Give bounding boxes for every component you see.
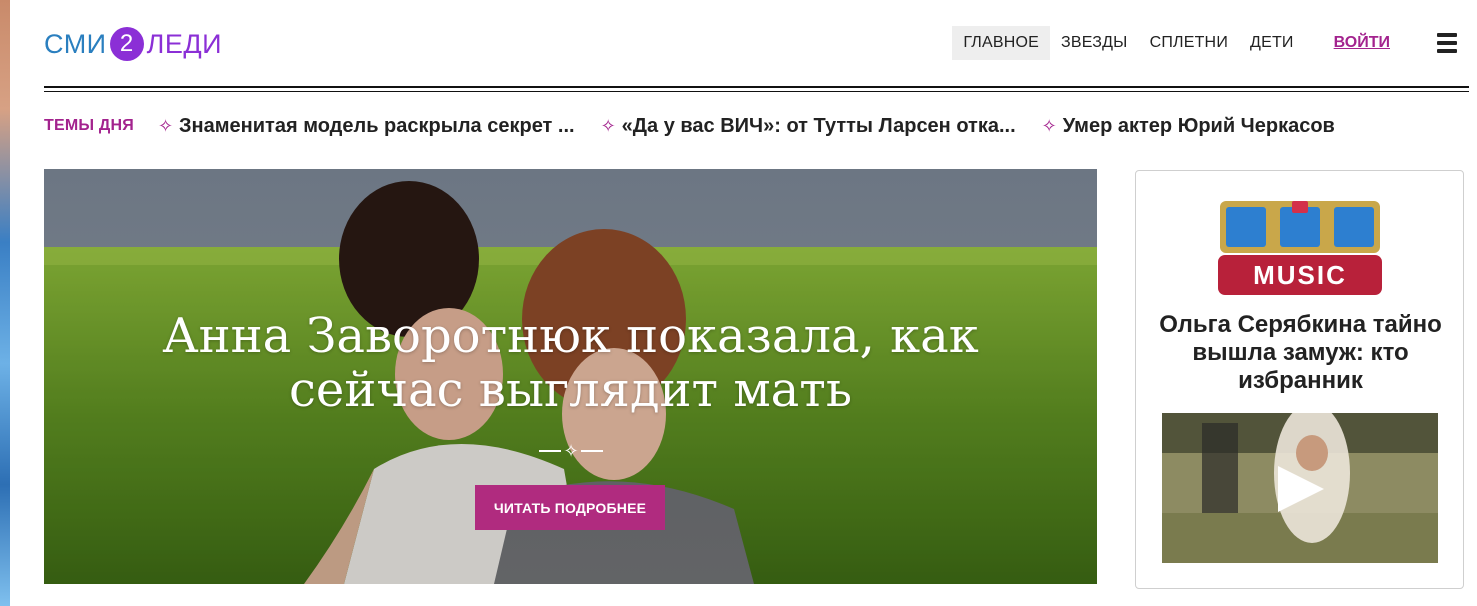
hero-banner[interactable]: Анна Заворотнюк показала, как сейчас выг… <box>44 169 1097 584</box>
tnt-music-logo: MUSIC <box>1218 201 1382 295</box>
site-header: СМИ 2 ЛЕДИ ГЛАВНОЕ ЗВЕЗДЫ СПЛЕТНИ ДЕТИ В… <box>44 0 1469 88</box>
topic-text: «Да у вас ВИЧ»: от Тутты Ларсен отка... <box>621 114 1016 137</box>
sparkle-icon: ✧ <box>157 115 174 136</box>
logo-number-badge: 2 <box>109 27 144 61</box>
header-divider <box>44 86 1469 92</box>
nav-item-gossip[interactable]: СПЛЕТНИ <box>1139 26 1239 60</box>
sparkle-icon: ✧ <box>563 440 579 461</box>
play-icon[interactable] <box>1278 466 1324 512</box>
nav-item-kids[interactable]: ДЕТИ <box>1239 26 1305 60</box>
logo-text-left: СМИ <box>44 28 107 59</box>
sparkle-icon: ✧ <box>600 115 616 136</box>
topic-link[interactable]: ✧ Знаменитая модель раскрыла секрет ... <box>158 115 575 138</box>
left-edge-strip <box>0 0 10 606</box>
nav-item-main[interactable]: ГЛАВНОЕ <box>952 26 1051 60</box>
video-thumbnail[interactable] <box>1162 413 1438 563</box>
hero-title[interactable]: Анна Заворотнюк показала, как сейчас выг… <box>124 309 1017 417</box>
topic-link[interactable]: ✧ Умер актер Юрий Черкасов <box>1042 115 1335 138</box>
nav-item-stars[interactable]: ЗВЕЗДЫ <box>1050 26 1139 60</box>
topics-label: ТЕМЫ ДНЯ <box>44 117 134 134</box>
topics-of-day: ТЕМЫ ДНЯ ✧ Знаменитая модель раскрыла се… <box>44 110 1361 142</box>
promo-title[interactable]: Ольга Серябкина тайно вышла замуж: кто и… <box>1156 311 1445 395</box>
promo-card[interactable]: MUSIC Ольга Серябкина тайно вышла замуж:… <box>1135 170 1464 589</box>
login-link[interactable]: ВОЙТИ <box>1323 26 1401 60</box>
topic-text: Умер актер Юрий Черкасов <box>1062 114 1335 137</box>
main-nav: ГЛАВНОЕ ЗВЕЗДЫ СПЛЕТНИ ДЕТИ ВОЙТИ <box>952 26 1469 60</box>
site-logo[interactable]: СМИ 2 ЛЕДИ <box>44 26 222 62</box>
logo-text-right: ЛЕДИ <box>146 28 223 59</box>
hamburger-icon[interactable] <box>1437 33 1457 53</box>
topic-text: Знаменитая модель раскрыла секрет ... <box>179 114 575 137</box>
read-more-button[interactable]: ЧИТАТЬ ПОДРОБНЕЕ <box>475 485 665 530</box>
hero-divider: ✧ <box>538 441 604 461</box>
topic-link[interactable]: ✧ «Да у вас ВИЧ»: от Тутты Ларсен отка..… <box>601 115 1016 138</box>
sparkle-icon: ✧ <box>1041 115 1057 136</box>
svg-text:MUSIC: MUSIC <box>1253 260 1347 290</box>
